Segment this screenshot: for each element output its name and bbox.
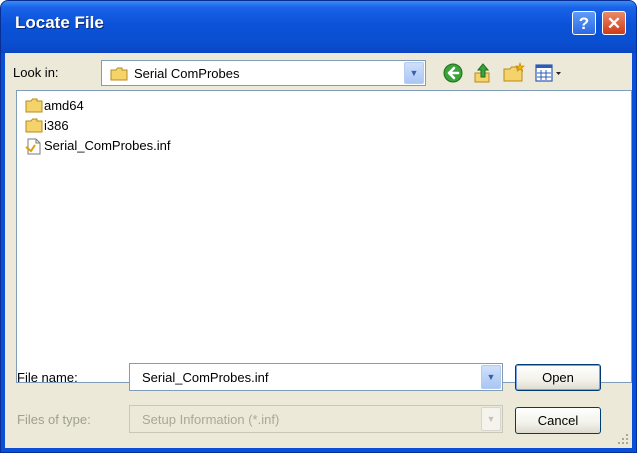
views-menu-icon[interactable] xyxy=(533,61,569,85)
inf-file-icon xyxy=(25,138,41,155)
new-folder-icon[interactable] xyxy=(502,61,526,85)
file-type-dropdown-button[interactable]: ▼ xyxy=(481,407,501,431)
locate-file-dialog: Locate File ? ✕ Look in: Serial ComProbe… xyxy=(0,0,637,453)
cancel-button[interactable]: Cancel xyxy=(515,407,601,434)
file-name-input[interactable]: Serial_ComProbes.inf ▼ xyxy=(129,363,503,391)
file-list[interactable]: amd64 i386 Serial_ComProbes.inf xyxy=(16,90,632,383)
chevron-down-icon: ▼ xyxy=(486,414,496,424)
file-type-select[interactable]: Setup Information (*.inf) ▼ xyxy=(129,405,503,433)
folder-icon xyxy=(110,67,128,81)
help-icon: ? xyxy=(578,14,590,33)
file-name-label: File name: xyxy=(17,370,78,385)
list-item-label: i386 xyxy=(44,118,69,133)
file-type-label: Files of type: xyxy=(17,412,91,427)
chevron-down-icon: ▼ xyxy=(486,372,496,382)
title-bar[interactable]: Locate File ? ✕ xyxy=(1,1,636,53)
folder-icon xyxy=(25,118,43,133)
file-name-value: Serial_ComProbes.inf xyxy=(142,370,269,385)
close-button[interactable]: ✕ xyxy=(602,11,626,35)
dialog-body: Look in: Serial ComProbes ▼ amd64 i386 S… xyxy=(5,53,632,448)
back-icon[interactable] xyxy=(441,61,465,85)
look-in-combobox[interactable]: Serial ComProbes ▼ xyxy=(101,60,426,86)
chevron-down-icon: ▼ xyxy=(409,68,419,78)
look-in-dropdown-button[interactable]: ▼ xyxy=(404,62,424,84)
help-button[interactable]: ? xyxy=(572,11,596,35)
list-item-label: Serial_ComProbes.inf xyxy=(44,138,171,153)
resize-grip-icon[interactable] xyxy=(617,433,629,445)
list-item-label: amd64 xyxy=(44,98,84,113)
look-in-value: Serial ComProbes xyxy=(134,66,240,81)
open-button[interactable]: Open xyxy=(515,364,601,391)
file-type-value: Setup Information (*.inf) xyxy=(142,412,280,427)
file-name-dropdown-button[interactable]: ▼ xyxy=(481,365,501,389)
dialog-title: Locate File xyxy=(15,13,104,32)
close-icon: ✕ xyxy=(606,14,622,33)
up-folder-icon[interactable] xyxy=(471,61,495,85)
folder-icon xyxy=(25,98,43,113)
look-in-label: Look in: xyxy=(13,65,59,80)
